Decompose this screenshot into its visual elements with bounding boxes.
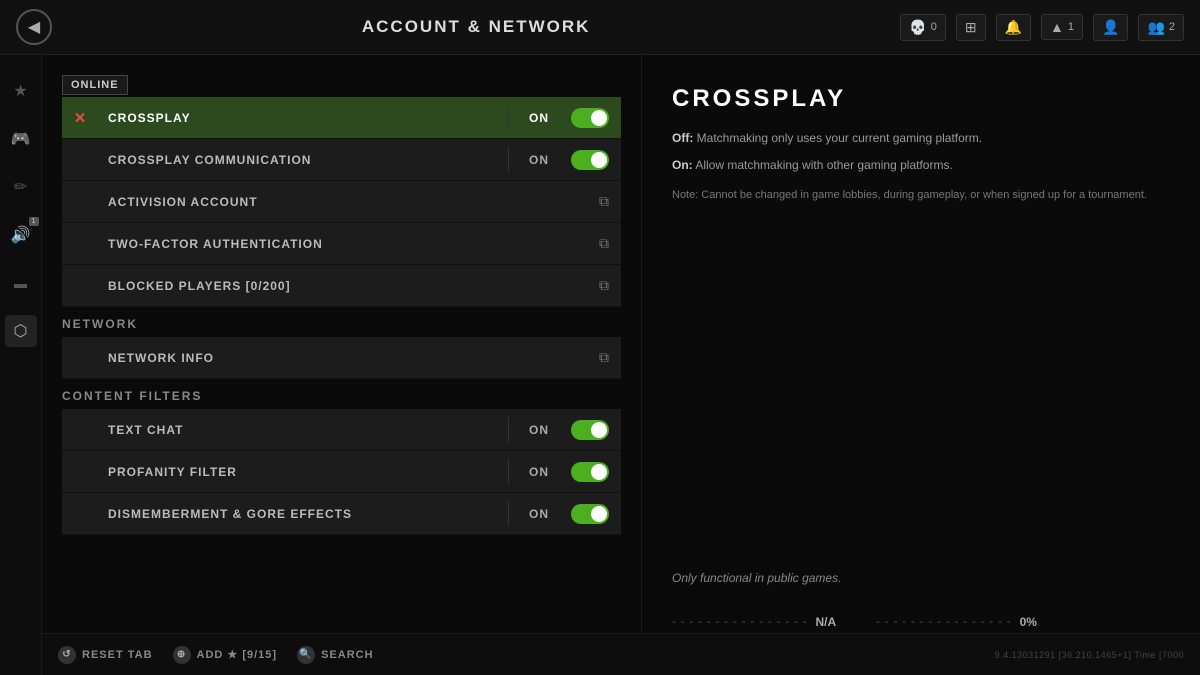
- reset-label: RESET TAB: [82, 649, 153, 661]
- top-bar: ◀ ACCOUNT & NETWORK 💀 0 ⊞ 🔔 ▲ 1 👤 👥 2: [0, 0, 1200, 55]
- team-value: 2: [1169, 21, 1175, 33]
- gamepad-icon: 🎮: [11, 129, 31, 149]
- latency-value: N/A: [815, 615, 836, 629]
- desc-on-label: On:: [672, 158, 693, 172]
- network-info-ext-icon: ⧉: [599, 349, 609, 366]
- content-filters-section-header: CONTENT FILTERS: [62, 379, 621, 409]
- desc-off-label: Off:: [672, 131, 693, 145]
- sound-badge: 1: [29, 217, 39, 226]
- profile-icon: 👤: [1102, 19, 1119, 36]
- crossplay-comm-row[interactable]: CROSSPLAY COMMUNICATION ON: [62, 139, 621, 181]
- network-section-header: NETWORK: [62, 307, 621, 337]
- sidebar-icon-edit[interactable]: ✏: [5, 171, 37, 203]
- profanity-filter-row[interactable]: PROFANITY FILTER ON: [62, 451, 621, 493]
- text-chat-row[interactable]: TEXT CHAT ON: [62, 409, 621, 451]
- sidebar-icon-monitor[interactable]: ▬: [5, 267, 37, 299]
- blocked-players-label: BLOCKED PLAYERS [0/200]: [98, 279, 587, 293]
- detail-public-note: Only functional in public games.: [672, 571, 1170, 585]
- top-icons: 💀 0 ⊞ 🔔 ▲ 1 👤 👥 2: [900, 14, 1184, 41]
- skull-icon: 💀: [909, 19, 926, 36]
- crossplay-comm-toggle[interactable]: [571, 150, 609, 170]
- rank-value: 1: [1068, 21, 1074, 33]
- packet-loss-line: - - - - - - - - - - - - - - - - 0%: [876, 615, 1037, 629]
- packet-loss-dashes: - - - - - - - - - - - - - - - -: [876, 616, 1011, 628]
- blocked-players-ext-icon: ⧉: [599, 277, 609, 294]
- sidebar-icon-network[interactable]: ⬡: [5, 315, 37, 347]
- packet-loss-value: 0%: [1020, 615, 1037, 629]
- dismemberment-label: DISMEMBERMENT & GORE EFFECTS: [98, 507, 508, 521]
- search-icon: 🔍: [297, 646, 315, 664]
- star-icon: ★: [13, 81, 27, 101]
- crossplay-comm-label: CROSSPLAY COMMUNICATION: [98, 153, 508, 167]
- rank-icon: ▲: [1050, 19, 1064, 35]
- network-info-label: NETWORK INFO: [98, 351, 587, 365]
- reset-tab-button[interactable]: ↺ RESET TAB: [58, 646, 153, 664]
- sound-icon: 🔊: [11, 225, 31, 245]
- crossplay-toggle[interactable]: [571, 108, 609, 128]
- sidebar-icon-sound[interactable]: 🔊 1: [5, 219, 37, 251]
- profanity-filter-label: PROFANITY FILTER: [98, 465, 508, 479]
- page-title: ACCOUNT & NETWORK: [64, 17, 888, 37]
- latency-line: - - - - - - - - - - - - - - - - N/A: [672, 615, 836, 629]
- grid-btn[interactable]: ⊞: [956, 14, 986, 41]
- sidebar-icon-gamepad[interactable]: 🎮: [5, 123, 37, 155]
- back-icon: ◀: [28, 17, 40, 37]
- skull-value: 0: [931, 21, 937, 33]
- back-button[interactable]: ◀: [16, 9, 52, 45]
- bell-btn[interactable]: 🔔: [996, 14, 1031, 41]
- sidebar: ★ 🎮 ✏ 🔊 1 ▬ ⬡: [0, 55, 42, 675]
- dismemberment-row[interactable]: DISMEMBERMENT & GORE EFFECTS ON: [62, 493, 621, 535]
- two-factor-ext-icon: ⧉: [599, 235, 609, 252]
- activision-account-row[interactable]: ACTIVISION ACCOUNT ⧉: [62, 181, 621, 223]
- text-chat-label: TEXT CHAT: [98, 423, 508, 437]
- monitor-icon: ▬: [14, 276, 27, 291]
- dismemberment-toggle[interactable]: [571, 504, 609, 524]
- sidebar-icon-star[interactable]: ★: [5, 75, 37, 107]
- search-label: SEARCH: [321, 649, 373, 661]
- activision-account-label: ACTIVISION ACCOUNT: [98, 195, 587, 209]
- reset-icon: ↺: [58, 646, 76, 664]
- search-button[interactable]: 🔍 SEARCH: [297, 646, 373, 664]
- activision-ext-icon: ⧉: [599, 193, 609, 210]
- online-section-tag: ONLINE: [62, 75, 128, 95]
- team-btn[interactable]: 👥 2: [1138, 14, 1184, 41]
- crossplay-comm-value: ON: [509, 153, 559, 167]
- dismemberment-value: ON: [509, 507, 559, 521]
- latency-dashes: - - - - - - - - - - - - - - - -: [672, 616, 807, 628]
- two-factor-label: TWO-FACTOR AUTHENTICATION: [98, 237, 587, 251]
- crossplay-x-icon: ✕: [62, 109, 98, 127]
- detail-title: CROSSPLAY: [672, 85, 1170, 113]
- desc-off-value: Matchmaking only uses your current gamin…: [697, 131, 982, 145]
- two-factor-row[interactable]: TWO-FACTOR AUTHENTICATION ⧉: [62, 223, 621, 265]
- rank-btn[interactable]: ▲ 1: [1041, 14, 1083, 40]
- crossplay-value: ON: [509, 111, 559, 125]
- add-label: ADD ★ [9/15]: [197, 648, 278, 661]
- blocked-players-row[interactable]: BLOCKED PLAYERS [0/200] ⧉: [62, 265, 621, 307]
- desc-on-value: Allow matchmaking with other gaming plat…: [695, 158, 952, 172]
- network-icon: ⬡: [14, 321, 28, 341]
- grid-icon: ⊞: [965, 19, 977, 36]
- add-favorite-button[interactable]: ⊕ ADD ★ [9/15]: [173, 646, 278, 664]
- crossplay-label: CROSSPLAY: [98, 111, 508, 125]
- profanity-filter-value: ON: [509, 465, 559, 479]
- skull-btn[interactable]: 💀 0: [900, 14, 946, 41]
- edit-icon: ✏: [14, 177, 27, 197]
- detail-desc-on: On: Allow matchmaking with other gaming …: [672, 156, 1170, 175]
- detail-panel: CROSSPLAY Off: Matchmaking only uses you…: [642, 55, 1200, 675]
- crossplay-row[interactable]: ✕ CROSSPLAY ON: [62, 97, 621, 139]
- main-content: ONLINE ✕ CROSSPLAY ON CROSSPLAY COMMUNIC…: [42, 55, 1200, 675]
- add-icon: ⊕: [173, 646, 191, 664]
- team-icon: 👥: [1147, 19, 1164, 36]
- settings-panel: ONLINE ✕ CROSSPLAY ON CROSSPLAY COMMUNIC…: [42, 55, 642, 675]
- text-chat-value: ON: [509, 423, 559, 437]
- bell-icon: 🔔: [1005, 19, 1022, 36]
- version-text: 9.4.13031291 [36.210.1465+1] Time [7000: [995, 650, 1184, 660]
- detail-note: Note: Cannot be changed in game lobbies,…: [672, 189, 1170, 201]
- profile-btn[interactable]: 👤: [1093, 14, 1128, 41]
- detail-desc-off: Off: Matchmaking only uses your current …: [672, 129, 1170, 148]
- bottom-bar: ↺ RESET TAB ⊕ ADD ★ [9/15] 🔍 SEARCH 9.4.…: [42, 633, 1200, 675]
- network-info-row[interactable]: NETWORK INFO ⧉: [62, 337, 621, 379]
- profanity-filter-toggle[interactable]: [571, 462, 609, 482]
- text-chat-toggle[interactable]: [571, 420, 609, 440]
